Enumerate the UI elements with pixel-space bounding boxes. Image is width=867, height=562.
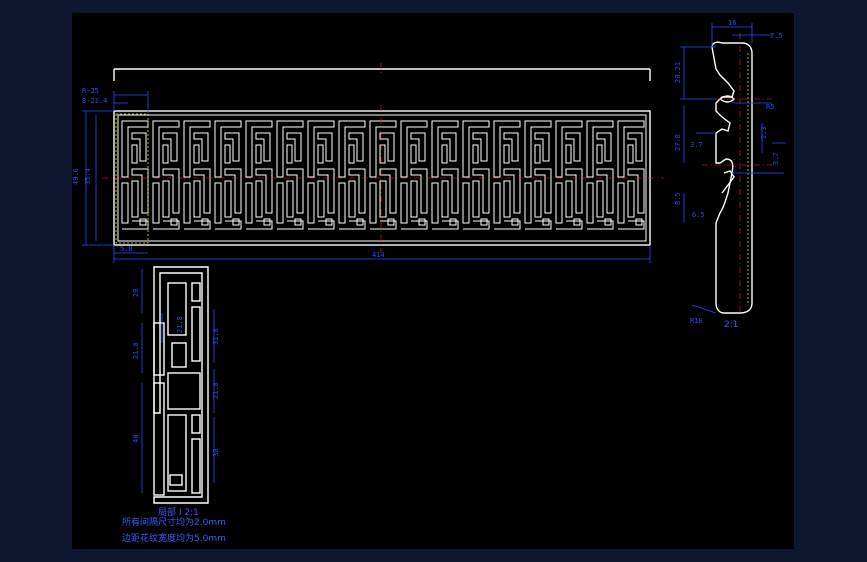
cad-drawing[interactable]: R-25 8-21.4 49.6 35.4 414 5.8 20 21.8 40… xyxy=(72,13,794,549)
dim-bottom-total: 414 xyxy=(372,251,385,259)
side-view-label: 2:1 xyxy=(724,320,738,330)
side-dim-g: 6.5 xyxy=(692,211,705,219)
side-dim-c: 27.8 xyxy=(674,134,682,151)
dim-top-width: R-25 xyxy=(82,87,99,95)
fret-unit xyxy=(152,120,180,230)
dim-detail-1: 20 xyxy=(132,289,140,297)
side-dim-r5: R5 xyxy=(766,103,774,111)
fret-unit xyxy=(493,120,521,230)
side-dim-e: 2.3 xyxy=(760,126,768,139)
side-dim-top: 16 xyxy=(728,19,736,27)
fret-unit xyxy=(276,120,304,230)
front-view-panel[interactable] xyxy=(102,105,664,253)
dim-bottom-left: 5.8 xyxy=(120,245,133,253)
fret-unit xyxy=(431,120,459,230)
fret-unit xyxy=(524,120,552,230)
viewport-frame: R-25 8-21.4 49.6 35.4 414 5.8 20 21.8 40… xyxy=(0,0,867,562)
dim-detail-2: 21.8 xyxy=(132,342,140,359)
overall-width-bracket xyxy=(113,63,651,81)
fret-unit xyxy=(245,120,273,230)
dim-top-offset: 8-21.4 xyxy=(82,97,107,105)
fret-unit xyxy=(183,120,211,230)
fret-unit xyxy=(400,120,428,230)
fret-unit xyxy=(617,120,645,230)
dim-detail-7: 30 xyxy=(212,449,220,457)
fret-unit xyxy=(338,120,366,230)
drawing-notes: 所有间隔尺寸均为2.0mm 边距花纹宽度均为5.0mm xyxy=(122,516,226,544)
fret-unit xyxy=(369,120,397,230)
side-dim-f: 8.5 xyxy=(674,192,682,205)
detail-view-dimensions: 20 21.8 40 31.8 21.8 30 21.8 局部 I 2:1 xyxy=(132,269,220,518)
detail-view-I[interactable] xyxy=(153,266,209,504)
drawing-canvas[interactable]: R-25 8-21.4 49.6 35.4 414 5.8 20 21.8 40… xyxy=(72,13,794,549)
dim-height-a: 49.6 xyxy=(72,168,80,185)
side-dim-a: 20.21 xyxy=(674,62,682,83)
fret-pattern-group xyxy=(121,120,645,230)
dim-detail-6: 21.8 xyxy=(176,316,184,333)
side-dim-extra: 3.7 xyxy=(772,152,780,165)
dim-detail-4: 40 xyxy=(132,435,140,443)
side-view-dimensions: 16 7.5 20.21 27.8 3.7 8.5 6.5 R5 2.3 3.7… xyxy=(674,19,786,330)
fret-unit xyxy=(586,120,614,230)
dim-detail-3: 31.8 xyxy=(212,328,220,345)
fret-unit xyxy=(462,120,490,230)
dim-height-b: 35.4 xyxy=(84,168,92,185)
dim-detail-5: 21.8 xyxy=(212,382,220,399)
fret-unit xyxy=(121,120,149,230)
fret-unit xyxy=(214,120,242,230)
side-dim-d: 3.7 xyxy=(690,141,703,149)
fret-unit xyxy=(307,120,335,230)
note-line-1: 所有间隔尺寸均为2.0mm xyxy=(122,516,226,528)
fret-unit xyxy=(555,120,583,230)
side-dim-top2: 7.5 xyxy=(770,32,783,40)
note-line-2: 边距花纹宽度均为5.0mm xyxy=(122,532,226,544)
detail-view-label: 局部 I 2:1 xyxy=(158,506,199,518)
side-dim-r10: R10 xyxy=(690,317,703,325)
